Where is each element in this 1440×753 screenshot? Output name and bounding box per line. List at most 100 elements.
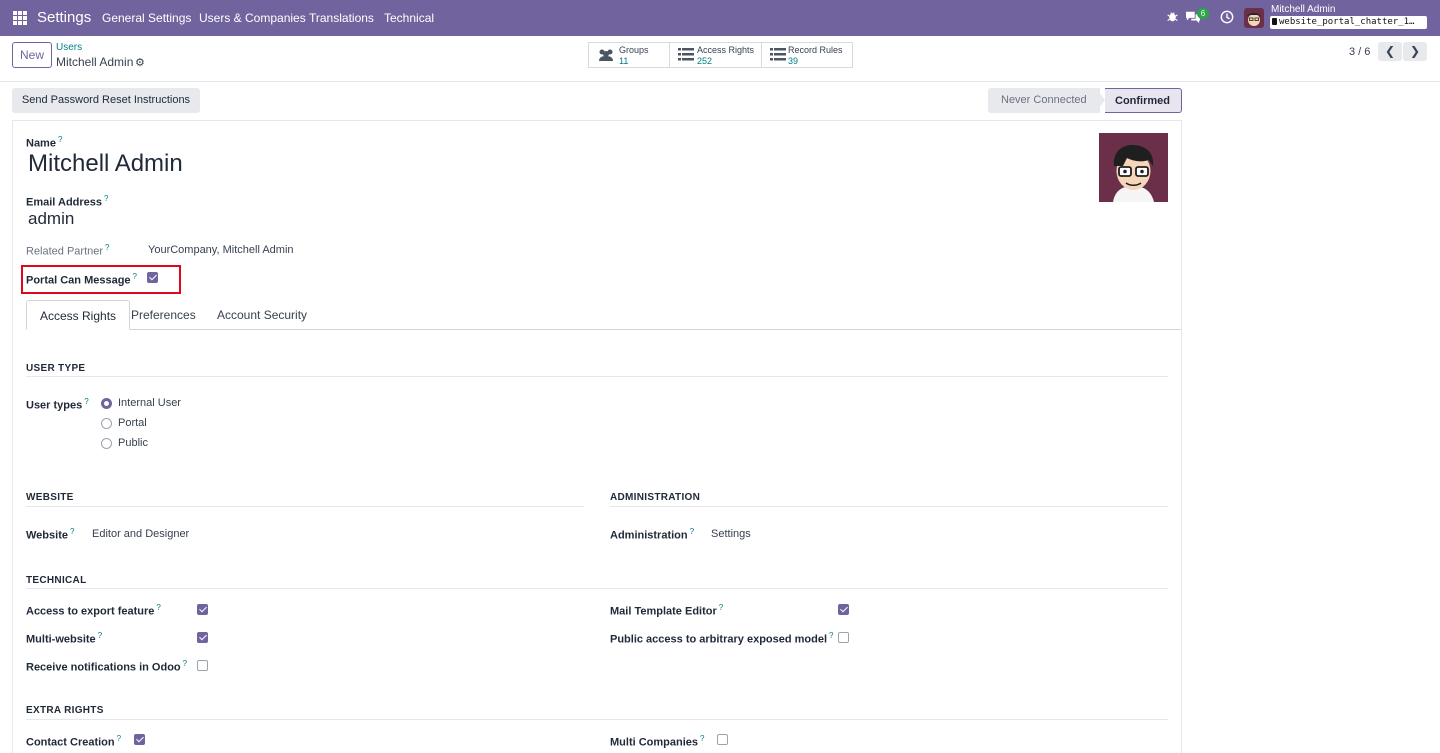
receive-notifications-label-text: Receive notifications in Odoo bbox=[26, 661, 181, 674]
help-icon[interactable]: ? bbox=[829, 631, 833, 640]
chat-count-badge: 6 bbox=[1197, 8, 1209, 19]
menu-translations[interactable]: Translations bbox=[309, 11, 374, 25]
smart-button-label: Groups bbox=[619, 45, 649, 55]
stage-never-connected[interactable]: Never Connected bbox=[988, 88, 1100, 113]
menu-users-companies[interactable]: Users & Companies bbox=[199, 11, 306, 25]
help-icon[interactable]: ? bbox=[70, 527, 74, 536]
help-icon[interactable]: ? bbox=[104, 194, 108, 203]
smart-button-groups[interactable]: Groups 11 bbox=[588, 42, 670, 68]
help-icon[interactable]: ? bbox=[690, 527, 694, 536]
website-label-text: Website bbox=[26, 529, 68, 542]
control-panel: New Users Mitchell Admin ⚙ Groups 11 Acc… bbox=[0, 36, 1440, 82]
highlight-box bbox=[21, 265, 181, 294]
user-types-label: User types? bbox=[26, 397, 89, 412]
list-icon bbox=[678, 48, 694, 63]
help-icon[interactable]: ? bbox=[156, 603, 160, 612]
help-icon[interactable]: ? bbox=[58, 135, 62, 144]
chevron-left-icon: ❮ bbox=[1384, 44, 1396, 58]
menu-general-settings[interactable]: General Settings bbox=[102, 11, 191, 25]
access-export-label-text: Access to export feature bbox=[26, 605, 155, 618]
gear-icon[interactable]: ⚙ bbox=[135, 56, 145, 69]
public-access-label-text: Public access to arbitrary exposed model bbox=[610, 633, 828, 646]
tab-preferences[interactable]: Preferences bbox=[118, 300, 209, 330]
breadcrumb-current: Mitchell Admin bbox=[56, 55, 134, 69]
related-partner-label-text: Related Partner bbox=[26, 245, 104, 258]
section-divider bbox=[26, 376, 1168, 377]
apps-grid-icon[interactable] bbox=[13, 11, 27, 25]
smart-button-record-rules[interactable]: Record Rules 39 bbox=[761, 42, 853, 68]
top-navbar: Settings General Settings Users & Compan… bbox=[0, 0, 1440, 36]
section-extra-rights: EXTRA RIGHTS bbox=[26, 705, 104, 716]
multi-website-checkbox[interactable] bbox=[197, 632, 208, 643]
section-divider bbox=[26, 588, 1168, 589]
pager-value[interactable]: 3 / 6 bbox=[1349, 46, 1370, 58]
help-icon[interactable]: ? bbox=[98, 631, 102, 640]
multi-companies-checkbox[interactable] bbox=[717, 734, 728, 745]
new-button[interactable]: New bbox=[12, 42, 52, 68]
receive-notifications-checkbox[interactable] bbox=[197, 660, 208, 671]
mail-template-editor-label-text: Mail Template Editor bbox=[610, 605, 717, 618]
website-value[interactable]: Editor and Designer bbox=[92, 528, 189, 540]
contact-creation-label: Contact Creation? bbox=[26, 734, 121, 749]
app-title[interactable]: Settings bbox=[37, 9, 91, 26]
help-icon[interactable]: ? bbox=[183, 659, 187, 668]
smart-button-label: Record Rules bbox=[788, 45, 843, 55]
multi-website-label: Multi-website? bbox=[26, 631, 102, 646]
send-password-reset-button[interactable]: Send Password Reset Instructions bbox=[12, 88, 200, 113]
receive-notifications-label: Receive notifications in Odoo? bbox=[26, 659, 187, 674]
mail-template-editor-checkbox[interactable] bbox=[838, 604, 849, 615]
radio-public-label[interactable]: Public bbox=[118, 437, 148, 449]
section-divider bbox=[610, 506, 1168, 507]
name-field[interactable]: Mitchell Admin bbox=[28, 150, 183, 178]
smart-button-value: 252 bbox=[697, 56, 713, 66]
section-technical: TECHNICAL bbox=[26, 575, 87, 586]
tab-access-rights[interactable]: Access Rights bbox=[26, 300, 131, 330]
access-export-checkbox[interactable] bbox=[197, 604, 208, 615]
website-label: Website? bbox=[26, 527, 74, 542]
pager-next-button[interactable]: ❯ bbox=[1403, 42, 1427, 61]
smart-button-access-rights[interactable]: Access Rights 252 bbox=[669, 42, 762, 68]
radio-internal-user[interactable] bbox=[101, 398, 112, 409]
public-access-checkbox[interactable] bbox=[838, 632, 849, 643]
menu-technical[interactable]: Technical bbox=[384, 11, 434, 25]
nav-user-name[interactable]: Mitchell Admin bbox=[1271, 4, 1335, 15]
pager-previous-button[interactable]: ❮ bbox=[1378, 42, 1402, 61]
smart-button-value: 11 bbox=[619, 56, 629, 66]
help-icon[interactable]: ? bbox=[105, 243, 109, 252]
form-sheet bbox=[12, 120, 1182, 753]
help-icon[interactable]: ? bbox=[700, 734, 704, 743]
bug-icon[interactable] bbox=[1164, 10, 1180, 26]
administration-value[interactable]: Settings bbox=[711, 528, 751, 540]
radio-portal-label[interactable]: Portal bbox=[118, 417, 147, 429]
tab-account-security[interactable]: Account Security bbox=[204, 300, 320, 330]
radio-public[interactable] bbox=[101, 438, 112, 449]
multi-companies-label-text: Multi Companies bbox=[610, 736, 699, 749]
user-avatar-image[interactable] bbox=[1099, 133, 1168, 202]
list-icon bbox=[770, 48, 786, 63]
help-icon[interactable]: ? bbox=[719, 603, 723, 612]
administration-label-text: Administration bbox=[610, 529, 688, 542]
breadcrumb-parent[interactable]: Users bbox=[56, 42, 82, 53]
radio-portal[interactable] bbox=[101, 418, 112, 429]
name-label-text: Name bbox=[26, 137, 56, 150]
user-types-label-text: User types bbox=[26, 399, 83, 412]
related-partner-value[interactable]: YourCompany, Mitchell Admin bbox=[148, 244, 294, 256]
email-label: Email Address? bbox=[26, 194, 108, 209]
radio-internal-user-label[interactable]: Internal User bbox=[118, 397, 181, 409]
contact-creation-checkbox[interactable] bbox=[134, 734, 145, 745]
user-avatar[interactable] bbox=[1244, 8, 1264, 28]
help-icon[interactable]: ? bbox=[117, 734, 121, 743]
related-partner-label: Related Partner? bbox=[26, 243, 110, 258]
mail-template-editor-label: Mail Template Editor? bbox=[610, 603, 723, 618]
multi-companies-label: Multi Companies? bbox=[610, 734, 704, 749]
public-access-label: Public access to arbitrary exposed model… bbox=[610, 631, 833, 646]
clock-icon[interactable] bbox=[1219, 10, 1235, 26]
users-icon bbox=[597, 48, 615, 64]
smart-button-label: Access Rights bbox=[697, 45, 755, 55]
section-divider bbox=[26, 506, 584, 507]
stage-confirmed[interactable]: Confirmed bbox=[1105, 88, 1182, 113]
help-icon[interactable]: ? bbox=[84, 397, 88, 406]
administration-label: Administration? bbox=[610, 527, 694, 542]
email-field[interactable]: admin bbox=[28, 209, 74, 229]
stage-arrow bbox=[1096, 88, 1105, 112]
